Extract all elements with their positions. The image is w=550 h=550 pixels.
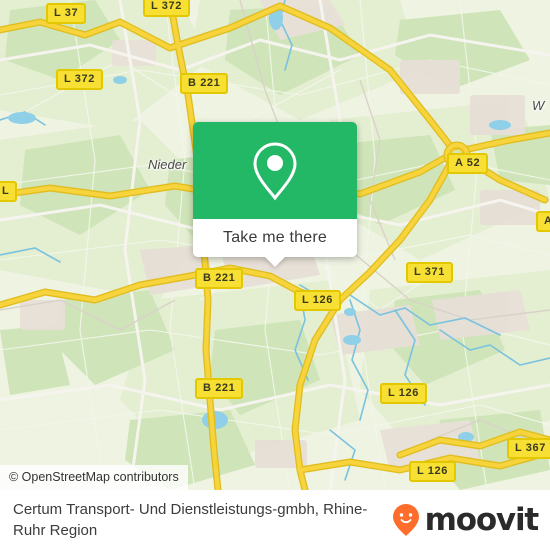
road-shield: L	[0, 181, 18, 202]
road-shield: L 372	[56, 69, 103, 90]
popup-header	[193, 122, 357, 219]
road-shield: L 367	[507, 438, 550, 459]
place-label: W	[532, 98, 545, 113]
location-title: Certum Transport- Und Dienstleistungs-gm…	[13, 501, 368, 539]
moovit-location-card: L 37 L 372 L 372 B 221 A 52 A L 371 B 22…	[0, 0, 550, 550]
road-shield: A 52	[447, 153, 489, 174]
map-view[interactable]: L 37 L 372 L 372 B 221 A 52 A L 371 B 22…	[0, 0, 550, 490]
road-shield: B 221	[195, 378, 244, 399]
footer-bar: Certum Transport- Und Dienstleistungs-gm…	[0, 490, 550, 550]
moovit-brand[interactable]: moovit	[391, 501, 540, 538]
road-shield: L 126	[294, 290, 341, 311]
road-shield: B 221	[195, 268, 244, 289]
road-shield: L 372	[143, 0, 190, 17]
map-pin-icon	[253, 141, 297, 200]
popup-pointer	[264, 256, 286, 267]
road-shield: L 126	[380, 383, 427, 404]
take-me-there-label: Take me there	[223, 229, 327, 246]
road-shield: L 126	[409, 461, 456, 482]
moovit-wordmark: moovit	[424, 501, 540, 538]
location-popup[interactable]: Take me there	[193, 122, 357, 267]
road-shield: B 221	[180, 73, 229, 94]
road-shield: A	[536, 211, 550, 232]
moovit-pin-icon	[392, 504, 419, 536]
road-shield: L 37	[46, 3, 87, 24]
road-shield: L 371	[406, 262, 453, 283]
map-attribution[interactable]: © OpenStreetMap contributors	[0, 465, 188, 490]
place-label: Nieder	[148, 157, 187, 172]
take-me-there-button[interactable]: Take me there	[193, 219, 357, 257]
